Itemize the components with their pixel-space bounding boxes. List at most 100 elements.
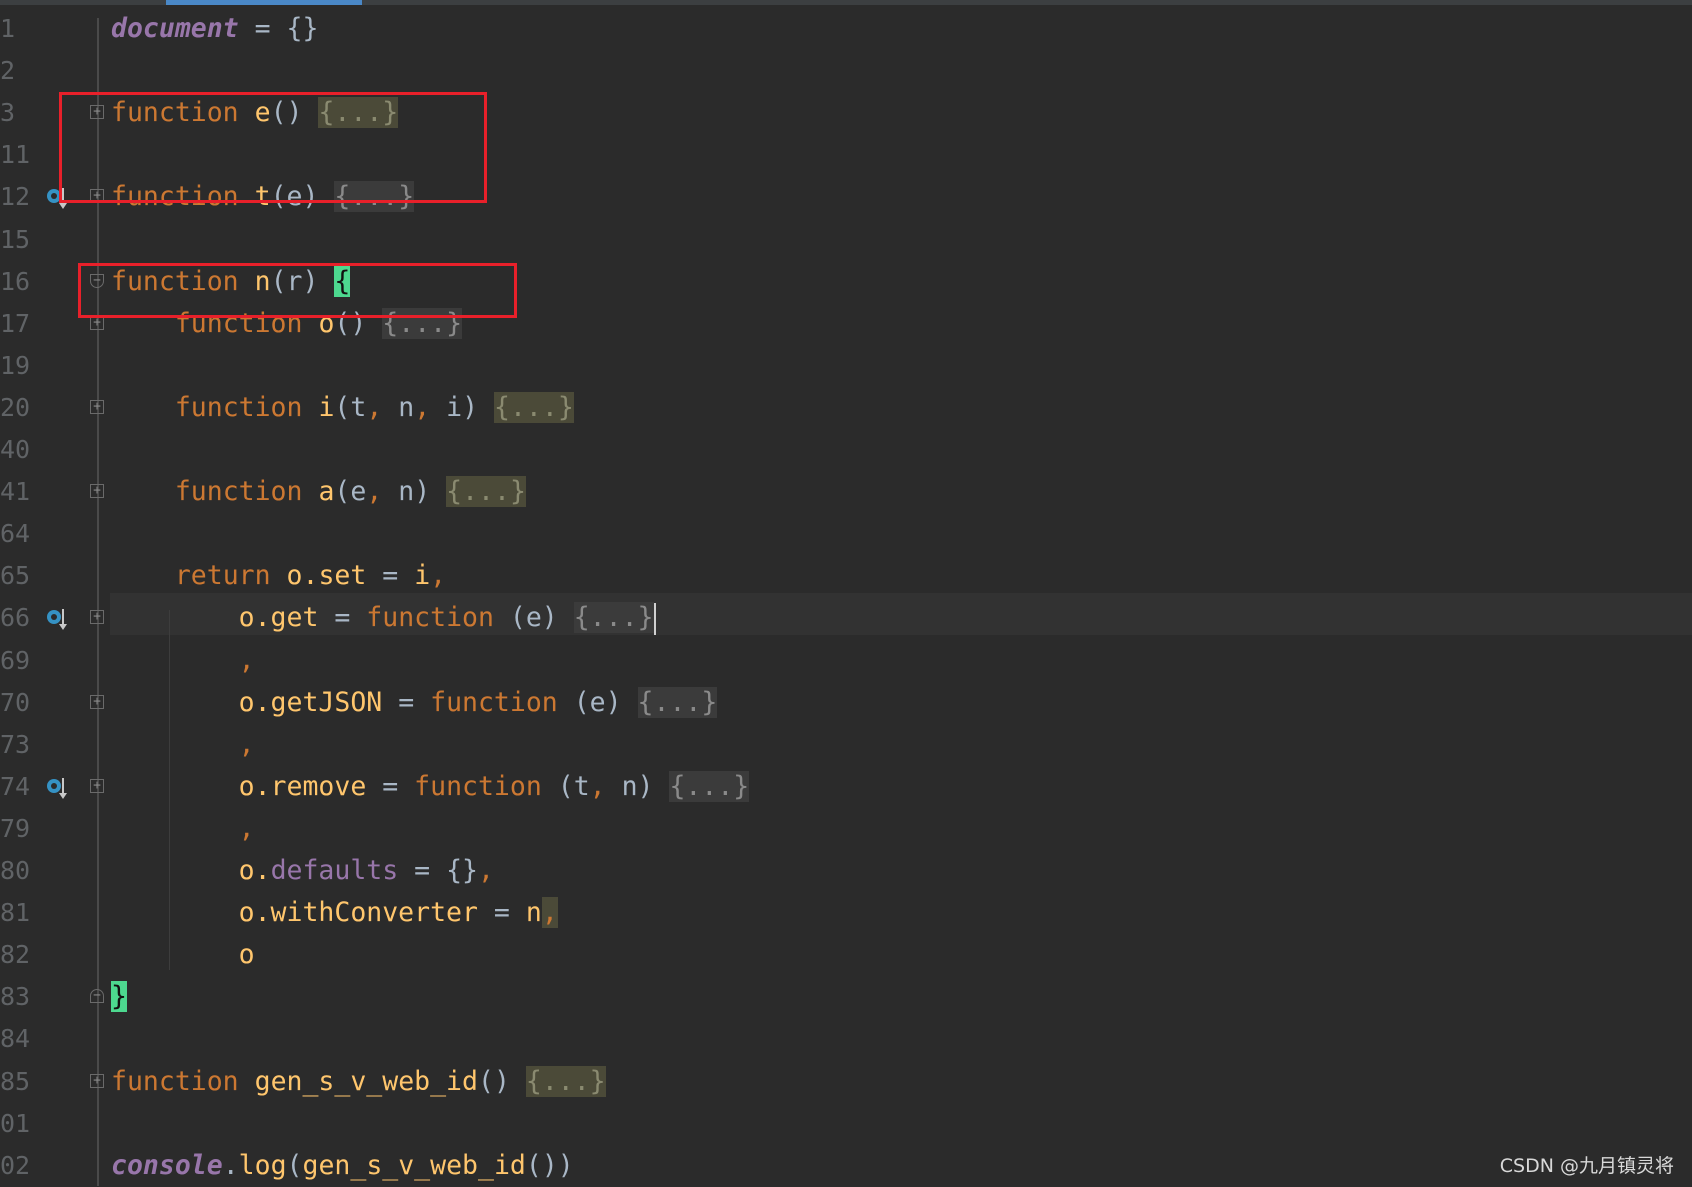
code-token: (e <box>334 476 367 508</box>
code-line[interactable]: 85 + function gen_s_v_web_id() {...} <box>0 1061 1692 1103</box>
code-text[interactable]: document = {} <box>111 8 318 50</box>
code-text[interactable]: } <box>111 976 127 1018</box>
fold-expand-icon[interactable]: + <box>90 694 104 709</box>
folded-block[interactable]: {...} <box>446 476 526 508</box>
code-token: o.getJSON <box>238 686 383 718</box>
line-number[interactable]: 17 <box>0 303 32 345</box>
code-text[interactable]: , <box>111 640 255 682</box>
code-line[interactable]: 80 o.defaults = {}, <box>0 850 1692 892</box>
line-number[interactable]: 19 <box>0 345 32 387</box>
code-line[interactable]: 20 + function i(t, n, i) {...} <box>0 387 1692 429</box>
line-number[interactable]: 41 <box>0 471 32 513</box>
code-line[interactable]: 79 , <box>0 808 1692 850</box>
fold-expand-icon[interactable]: + <box>90 610 104 625</box>
active-tab-indicator[interactable] <box>166 0 362 5</box>
code-token: , <box>589 770 606 802</box>
overridden-method-icon[interactable] <box>46 608 67 631</box>
code-line[interactable]: 1 document = {} <box>0 8 1692 50</box>
code-line[interactable]: 69 , <box>0 640 1692 682</box>
code-token: ( <box>286 1149 303 1181</box>
code-line[interactable]: 65 return o.set = i, <box>0 555 1692 597</box>
code-text[interactable]: function gen_s_v_web_id() {...} <box>111 1061 606 1103</box>
line-number[interactable]: 40 <box>0 429 32 471</box>
line-number[interactable]: 15 <box>0 219 32 261</box>
code-line[interactable]: 41 + function a(e, n) {...} <box>0 471 1692 513</box>
folded-block[interactable]: {...} <box>573 602 654 634</box>
code-line[interactable]: 19 <box>0 345 1692 387</box>
code-token: function <box>174 391 303 423</box>
fold-expand-icon[interactable]: + <box>90 399 104 414</box>
code-line[interactable]: 82 o <box>0 934 1692 976</box>
code-token: () <box>477 1065 526 1097</box>
code-line[interactable]: 40 <box>0 429 1692 471</box>
line-number[interactable]: 70 <box>0 682 32 724</box>
code-line[interactable]: 84 <box>0 1018 1692 1060</box>
code-token: , <box>414 391 431 423</box>
line-number[interactable]: 16 <box>0 261 32 303</box>
line-number[interactable]: 12 <box>0 176 32 218</box>
code-text[interactable]: , <box>111 808 255 850</box>
code-text[interactable]: function i(t, n, i) {...} <box>111 387 574 429</box>
fold-expand-icon[interactable]: + <box>90 1073 104 1088</box>
code-text[interactable]: return o.set = i, <box>111 555 446 597</box>
line-number[interactable]: 81 <box>0 892 32 934</box>
code-line[interactable]: 02 console.log(gen_s_v_web_id()) <box>0 1145 1692 1187</box>
code-line[interactable]: 15 <box>0 219 1692 261</box>
line-number[interactable]: 79 <box>0 808 32 850</box>
line-number[interactable]: 74 <box>0 766 32 808</box>
line-number[interactable]: 80 <box>0 850 32 892</box>
line-number[interactable]: 11 <box>0 134 32 176</box>
line-number[interactable]: 20 <box>0 387 32 429</box>
line-number[interactable]: 2 <box>0 50 32 92</box>
code-line[interactable]: 81 o.withConverter = n, <box>0 892 1692 934</box>
code-text[interactable]: o.defaults = {}, <box>111 850 494 892</box>
code-line[interactable]: 64 <box>0 513 1692 555</box>
fold-end-icon[interactable]: − <box>90 989 104 1004</box>
line-number[interactable]: 02 <box>0 1145 32 1187</box>
watermark: CSDN @九月镇灵将 <box>1499 1155 1674 1177</box>
overridden-method-icon[interactable] <box>46 777 67 799</box>
code-text[interactable]: o.remove = function (t, n) {...} <box>111 766 750 808</box>
line-number[interactable]: 69 <box>0 640 32 682</box>
annotation-box-function-n <box>78 263 517 318</box>
code-text[interactable]: console.log(gen_s_v_web_id()) <box>111 1145 574 1187</box>
line-number[interactable]: 1 <box>0 8 32 50</box>
line-number[interactable]: 73 <box>0 724 32 766</box>
fold-expand-icon[interactable]: + <box>90 778 104 793</box>
code-line[interactable]: 66 + o.get = function (e) {...} <box>0 597 1692 639</box>
line-number[interactable]: 85 <box>0 1061 32 1103</box>
code-text[interactable]: , <box>111 724 255 766</box>
folded-block[interactable]: {...} <box>669 770 750 802</box>
code-line[interactable]: 73 , <box>0 724 1692 766</box>
code-text[interactable]: o <box>111 934 255 976</box>
line-number[interactable]: 66 <box>0 597 32 639</box>
line-number[interactable]: 82 <box>0 934 32 976</box>
code-token: (e) <box>493 602 574 634</box>
code-line[interactable]: 83 −} <box>0 976 1692 1018</box>
folded-block[interactable]: {...} <box>525 1065 606 1097</box>
code-line[interactable]: 01 <box>0 1103 1692 1145</box>
code-text[interactable]: o.getJSON = function (e) {...} <box>111 682 718 724</box>
line-number[interactable]: 01 <box>0 1103 32 1145</box>
code-line[interactable]: 2 <box>0 50 1692 92</box>
code-token: = <box>382 686 431 718</box>
line-number[interactable]: 84 <box>0 1018 32 1060</box>
folded-block[interactable]: {...} <box>637 686 718 718</box>
code-token: i <box>414 560 431 592</box>
code-token: i) <box>430 391 495 423</box>
code-text[interactable]: o.get = function (e) {...} <box>111 597 656 639</box>
line-number[interactable]: 65 <box>0 555 32 597</box>
code-line[interactable]: 70 + o.getJSON = function (e) {...} <box>0 682 1692 724</box>
line-number[interactable]: 64 <box>0 513 32 555</box>
folded-block[interactable]: {...} <box>494 391 574 423</box>
code-token: = <box>318 602 367 634</box>
fold-expand-icon[interactable]: + <box>90 484 104 499</box>
line-number[interactable]: 3 <box>0 92 32 134</box>
line-number[interactable]: 83 <box>0 976 32 1018</box>
code-text[interactable]: function a(e, n) {...} <box>111 471 526 513</box>
code-text[interactable]: o.withConverter = n, <box>111 892 558 934</box>
code-line[interactable]: 74 + o.remove = function (t, n) {...} <box>0 766 1692 808</box>
